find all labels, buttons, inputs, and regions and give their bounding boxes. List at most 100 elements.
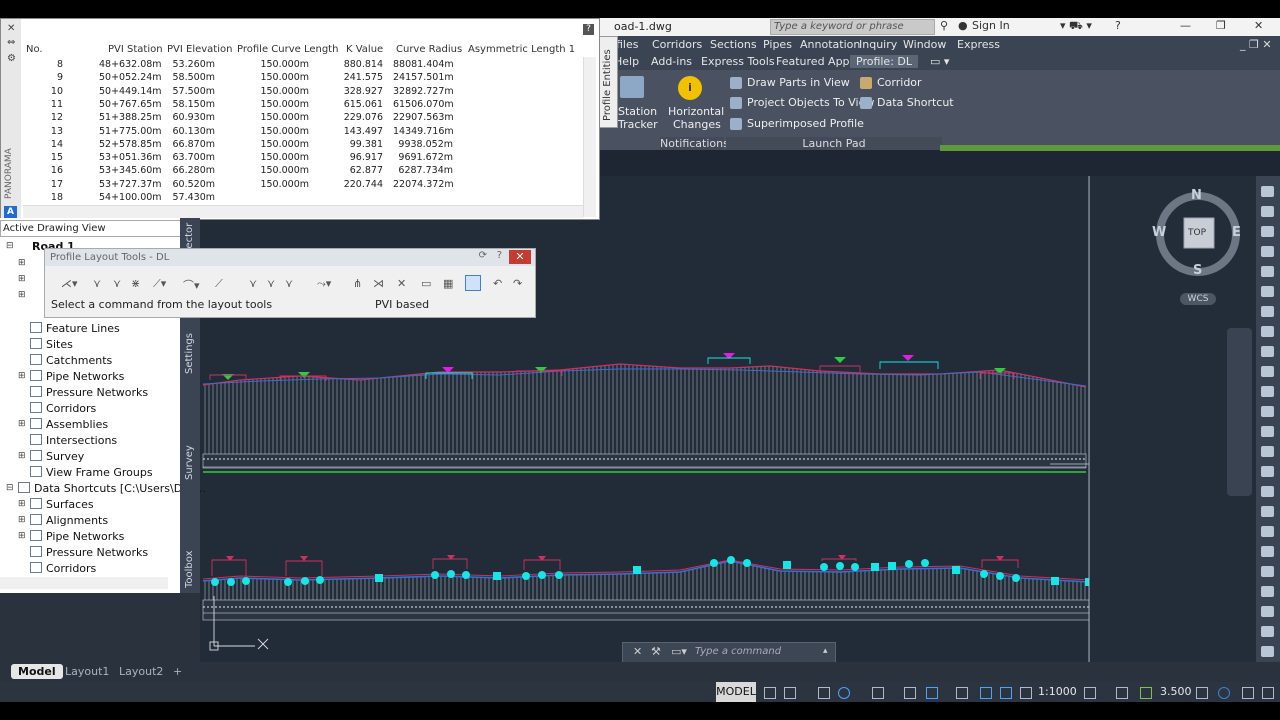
project-objects-button[interactable]: Project Objects To View	[747, 96, 874, 109]
table-cell[interactable]: 48+632.08m	[99, 59, 162, 70]
table-cell[interactable]: 99.381	[323, 139, 383, 150]
table-cell[interactable]: 150.000m	[249, 126, 309, 137]
table-cell[interactable]: 880.814	[323, 59, 383, 70]
coordinates-icon[interactable]	[1196, 687, 1208, 699]
table-cell[interactable]: 52+578.85m	[99, 139, 162, 150]
tree-item[interactable]: Surfaces	[30, 498, 94, 511]
table-cell[interactable]: 24157.501m	[393, 72, 454, 83]
close-icon[interactable]: ✕	[633, 645, 642, 658]
tree-item[interactable]: Alignments	[30, 514, 108, 527]
tab-settings[interactable]: Settings	[184, 333, 195, 374]
table-row[interactable]: 14 52+578.85m 66.870m 150.000m 99.381 9938.05…	[23, 139, 583, 152]
table-cell[interactable]: 17	[3, 179, 63, 190]
col-profile-curve-length[interactable]: Profile Curve Length	[237, 44, 338, 55]
collapse-icon[interactable]: ⊟	[6, 241, 14, 251]
tool-icon[interactable]	[1261, 466, 1274, 477]
free-curve-icon[interactable]: ⟋	[215, 277, 227, 290]
table-cell[interactable]: 9938.052m	[393, 139, 453, 150]
profile-layout-parameters-icon[interactable]: ▦	[443, 277, 455, 290]
tree-item[interactable]: Survey	[30, 450, 84, 463]
collapse-icon[interactable]: ⊟	[6, 483, 14, 493]
tool-icon[interactable]	[1261, 306, 1274, 317]
tool-icon[interactable]	[1261, 646, 1274, 657]
table-cell[interactable]: 150.000m	[249, 59, 309, 70]
table-cell[interactable]: 60.930m	[155, 112, 216, 123]
table-row[interactable]: 9 50+052.24m 58.500m 150.000m 241.575 24157.5…	[23, 72, 583, 85]
table-cell[interactable]: 88081.404m	[393, 59, 454, 70]
fixed-tangent-icon[interactable]: ⟋▾	[153, 277, 166, 290]
table-cell[interactable]: 53+345.60m	[99, 165, 162, 176]
table-cell[interactable]: 220.744	[323, 179, 383, 190]
tab-survey[interactable]: Survey	[184, 445, 195, 480]
expand-icon[interactable]: ⊞	[18, 290, 26, 300]
tool-icon[interactable]	[1261, 226, 1274, 237]
tab-toolbox[interactable]: Toolbox	[184, 551, 195, 589]
table-cell[interactable]: 53+727.37m	[99, 179, 162, 190]
tool-icon[interactable]	[1261, 286, 1274, 297]
table-cell[interactable]: 9	[3, 72, 63, 83]
menu-item[interactable]: Annotation	[800, 38, 860, 51]
raise-lower-pvi-icon[interactable]: ⋎	[267, 277, 279, 290]
table-cell[interactable]: 63.700m	[155, 152, 216, 163]
table-cell[interactable]: 15	[3, 152, 63, 163]
entity-delete-icon[interactable]: ⋊	[373, 277, 385, 290]
tool-icon[interactable]	[1261, 506, 1274, 517]
station-tracker-label-1[interactable]: Station	[618, 105, 657, 118]
expand-icon[interactable]: ⊞	[18, 258, 26, 268]
wcs-menu[interactable]: WCS	[1180, 293, 1216, 305]
info-icon[interactable]: i	[678, 76, 702, 100]
draw-tangents-icon[interactable]: ⋌▾	[61, 277, 78, 290]
table-cell[interactable]: 13	[3, 126, 63, 137]
tool-icon[interactable]	[1261, 606, 1274, 617]
draw-parts-in-view-button[interactable]: Draw Parts in View	[747, 76, 850, 89]
col-asymmetric-length-1[interactable]: Asymmetric Length 1	[468, 44, 575, 55]
expand-icon[interactable]: ⊞	[18, 371, 26, 381]
table-cell[interactable]: 58.150m	[155, 99, 216, 110]
lineweight-icon[interactable]	[956, 687, 968, 699]
compass-west[interactable]: W	[1152, 225, 1166, 240]
table-cell[interactable]: 58.500m	[155, 72, 216, 83]
tree-item[interactable]: Sites	[30, 338, 73, 351]
tool-icon[interactable]	[1261, 266, 1274, 277]
pin-icon[interactable]: ⇔	[7, 37, 15, 48]
vertical-scrollbar[interactable]	[583, 57, 596, 217]
tool-icon[interactable]	[1261, 326, 1274, 337]
copy-profile-icon[interactable]: ⋎	[285, 277, 297, 290]
tree-item[interactable]: View Frame Groups	[30, 466, 153, 479]
menu-item[interactable]: Sections	[710, 38, 757, 51]
table-cell[interactable]: 150.000m	[249, 99, 309, 110]
table-cell[interactable]: 12	[3, 112, 63, 123]
undo-icon[interactable]: ↶	[493, 277, 505, 290]
table-cell[interactable]: 328.927	[323, 86, 383, 97]
profile-entities-tab[interactable]: Profile Entities	[598, 36, 618, 128]
menu-item[interactable]: Corridors	[652, 38, 702, 51]
polar-tracking-icon[interactable]	[838, 687, 850, 699]
table-row[interactable]: 16 53+345.60m 66.280m 150.000m 62.877 6287.73…	[23, 165, 583, 178]
horizontal-changes-label-1[interactable]: Horizontal	[668, 105, 724, 118]
tool-icon[interactable]	[1261, 626, 1274, 637]
tree-item-data-shortcuts[interactable]: Data Shortcuts [C:\Users\DEL...	[18, 482, 206, 495]
table-cell[interactable]: 150.000m	[249, 86, 309, 97]
tool-icon[interactable]	[1261, 246, 1274, 257]
menu-item[interactable]: Window	[903, 38, 946, 51]
tab-model[interactable]: Model	[11, 664, 63, 679]
tab-express-tools[interactable]: Express Tools	[701, 55, 775, 68]
tree-item[interactable]: Pipe Networks	[30, 530, 124, 543]
help-icon[interactable]: ?	[1115, 19, 1121, 32]
auto-scale-icon[interactable]	[1000, 687, 1012, 699]
tree-item[interactable]: Assemblies	[30, 418, 108, 431]
isodraft-icon[interactable]	[872, 687, 884, 699]
grid-icon[interactable]	[764, 687, 776, 699]
annotation-scale-value[interactable]: 1:1000	[1038, 685, 1077, 698]
tab-add-ins[interactable]: Add-ins	[651, 55, 692, 68]
annotation-scale-icon[interactable]	[1020, 687, 1032, 699]
object-snap-tracking-icon[interactable]	[904, 687, 916, 699]
annotation-visibility-icon[interactable]	[980, 687, 992, 699]
snap-icon[interactable]	[784, 687, 796, 699]
view-selector-dropdown[interactable]: Active Drawing View	[0, 220, 182, 237]
table-cell[interactable]: 16	[3, 165, 63, 176]
redo-icon[interactable]: ↷	[513, 277, 525, 290]
pvi-based-toggle-icon[interactable]	[465, 275, 481, 291]
table-row[interactable]: 12 51+388.25m 60.930m 150.000m 229.076 22907.…	[23, 112, 583, 125]
table-cell[interactable]: 54+100.00m	[99, 192, 162, 203]
